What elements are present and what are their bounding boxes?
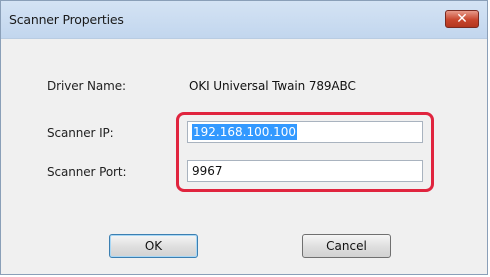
scanner-port-label: Scanner Port: xyxy=(47,165,127,179)
scanner-port-value: 9967 xyxy=(192,164,223,178)
dialog-title: Scanner Properties xyxy=(9,12,124,27)
title-bar: Scanner Properties ✕ xyxy=(1,1,487,39)
driver-name-value: OKI Universal Twain 789ABC xyxy=(189,79,356,93)
dialog-body: Driver Name: OKI Universal Twain 789ABC … xyxy=(2,39,486,273)
close-button[interactable]: ✕ xyxy=(445,10,479,28)
scanner-port-field[interactable]: 9967 xyxy=(187,160,423,182)
scanner-ip-field[interactable]: 192.168.100.100 xyxy=(187,121,423,143)
scanner-ip-label: Scanner IP: xyxy=(47,126,114,140)
ok-button[interactable]: OK xyxy=(109,234,198,258)
driver-name-label: Driver Name: xyxy=(47,79,126,93)
close-icon: ✕ xyxy=(456,11,468,27)
cancel-button[interactable]: Cancel xyxy=(302,234,391,258)
scanner-properties-dialog: Scanner Properties ✕ Driver Name: OKI Un… xyxy=(0,0,488,275)
scanner-ip-value: 192.168.100.100 xyxy=(192,124,298,140)
